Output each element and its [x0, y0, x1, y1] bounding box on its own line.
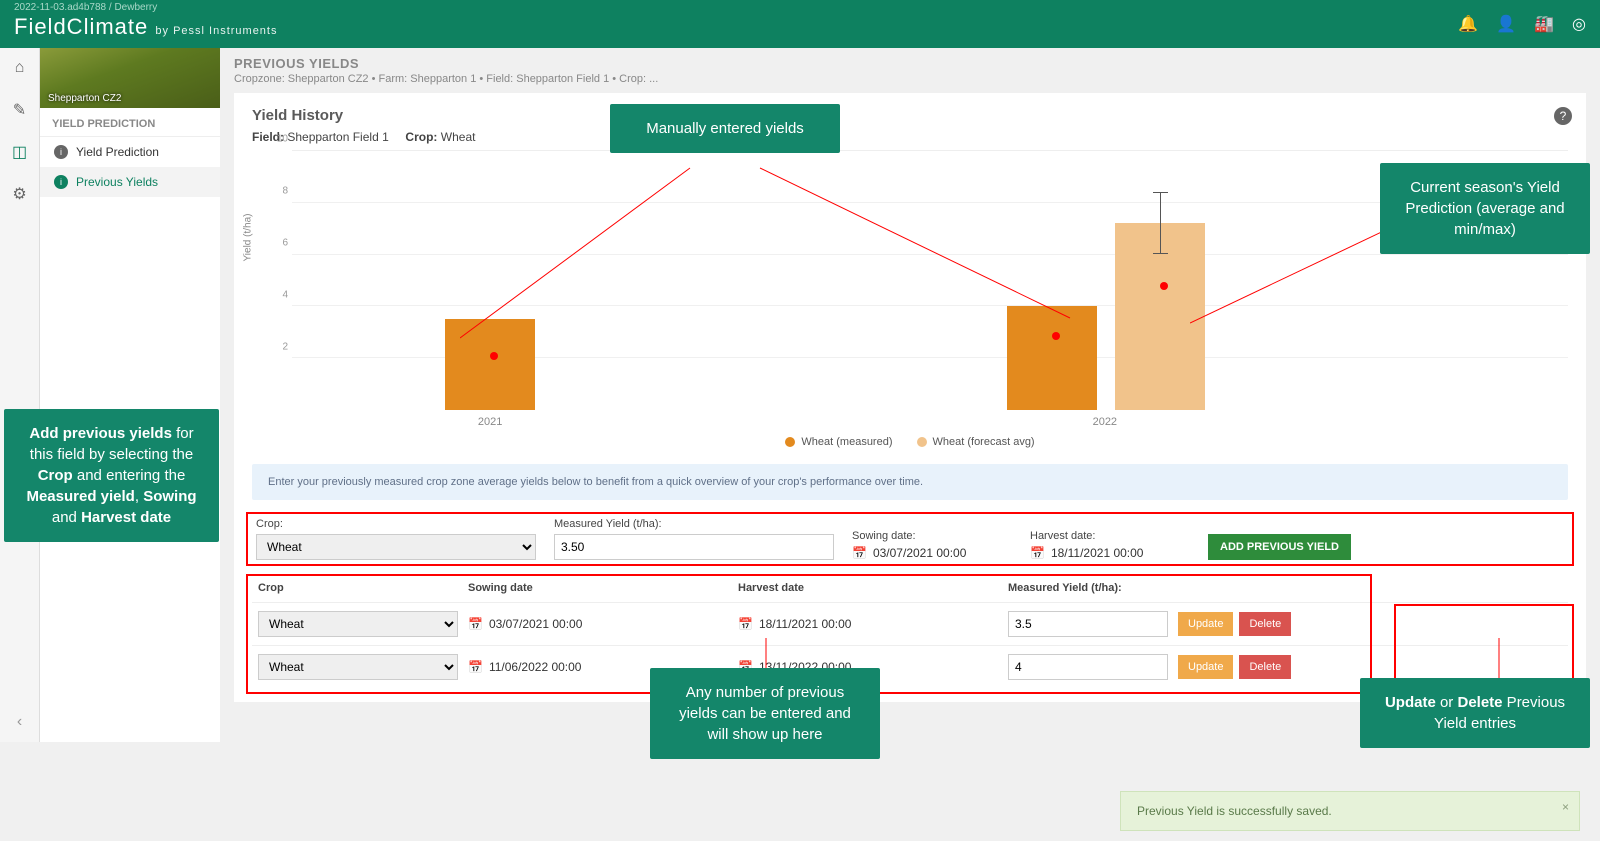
th-yield: Measured Yield (t/ha):: [1008, 582, 1168, 594]
brand-sub: by Pessl Instruments: [155, 25, 277, 37]
sowing-value[interactable]: 03/07/2021 00:00: [873, 546, 966, 560]
th-sowing: Sowing date: [468, 582, 728, 594]
calendar-icon[interactable]: 📅: [468, 617, 483, 631]
toast-close-icon[interactable]: ×: [1562, 800, 1569, 814]
home-icon[interactable]: ⌂: [6, 54, 34, 82]
update-button[interactable]: Update: [1178, 612, 1233, 636]
delete-button[interactable]: Delete: [1239, 655, 1291, 679]
card-title: Yield History: [252, 107, 1568, 124]
harvest-label: Harvest date:: [1030, 530, 1190, 542]
y-tick: 2: [282, 342, 288, 353]
previous-yields-table: Crop Sowing date Harvest date Measured Y…: [252, 574, 1568, 688]
yield-chart: Yield (t/ha) 2 4 6 8 10 2021: [252, 150, 1568, 410]
sidebar-item-label: Yield Prediction: [76, 145, 159, 159]
y-tick: 10: [277, 134, 288, 145]
factory-icon[interactable]: 🏭: [1534, 14, 1554, 34]
info-icon: i: [54, 145, 68, 159]
calendar-icon[interactable]: 📅: [852, 546, 867, 560]
th-harvest: Harvest date: [738, 582, 998, 594]
calendar-icon[interactable]: 📅: [1030, 546, 1045, 560]
bell-icon[interactable]: 🔔: [1458, 14, 1478, 34]
row-crop-select[interactable]: Wheat: [258, 654, 458, 680]
main: PREVIOUS YIELDS Cropzone: Shepparton CZ2…: [220, 48, 1600, 742]
info-banner: Enter your previously measured crop zone…: [252, 464, 1568, 500]
row-yield-input[interactable]: [1008, 611, 1168, 637]
sidebar-section: YIELD PREDICTION: [40, 108, 220, 137]
card-meta: Field: Shepparton Field 1 Crop: Wheat: [252, 130, 1568, 144]
y-tick: 4: [282, 290, 288, 301]
crop-label: Crop:: [256, 518, 536, 530]
annotation-update-delete: Update or Delete Previous Yield entries: [1360, 678, 1590, 748]
crop-select[interactable]: Wheat: [256, 534, 536, 560]
y-axis-label: Yield (t/ha): [243, 214, 254, 262]
chart-icon[interactable]: ◫: [6, 138, 34, 166]
plot-area: 2021 2022: [292, 150, 1568, 410]
bar-2022-forecast: [1115, 223, 1205, 410]
brand-main: FieldClimate: [14, 14, 148, 39]
chart-legend: Wheat (measured) Wheat (forecast avg): [252, 436, 1568, 448]
field-hero[interactable]: Shepparton CZ2: [40, 48, 220, 108]
tools-icon[interactable]: ✎: [6, 96, 34, 124]
annotation-add-previous: Add previous yields for this field by se…: [4, 409, 219, 542]
bar-2022-measured: [1007, 306, 1097, 410]
update-button[interactable]: Update: [1178, 655, 1233, 679]
row-yield-input[interactable]: [1008, 654, 1168, 680]
breadcrumb: PREVIOUS YIELDS Cropzone: Shepparton CZ2…: [234, 56, 1586, 85]
icon-rail: ⌂ ✎ ◫ ⚙ ‹: [0, 48, 40, 742]
annotation-manual-yields: Manually entered yields: [610, 104, 840, 153]
settings-icon[interactable]: ⚙: [6, 180, 34, 208]
help-icon[interactable]: ?: [1554, 107, 1572, 125]
sowing-label: Sowing date:: [852, 530, 1012, 542]
y-tick: 8: [282, 186, 288, 197]
yield-input[interactable]: [554, 534, 834, 560]
sidebar-item-yield-prediction[interactable]: i Yield Prediction: [40, 137, 220, 167]
harvest-value[interactable]: 18/11/2021 00:00: [1051, 546, 1144, 560]
table-row: Wheat 📅03/07/2021 00:00 📅18/11/2021 00:0…: [252, 602, 1568, 645]
annotation-any-number: Any number of previous yields can be ent…: [650, 668, 880, 759]
bar-2021-measured: [445, 319, 535, 410]
error-bar: [1160, 192, 1161, 254]
sidebar: Shepparton CZ2 YIELD PREDICTION i Yield …: [40, 48, 220, 742]
hero-caption: Shepparton CZ2: [48, 93, 121, 104]
user-icon[interactable]: 👤: [1496, 14, 1516, 34]
delete-button[interactable]: Delete: [1239, 612, 1291, 636]
sidebar-item-previous-yields[interactable]: i Previous Yields: [40, 167, 220, 197]
info-icon: i: [54, 175, 68, 189]
yield-label: Measured Yield (t/ha):: [554, 518, 834, 530]
brand: FieldClimate by Pessl Instruments: [14, 14, 277, 40]
sidebar-item-label: Previous Yields: [76, 175, 158, 189]
broadcast-icon[interactable]: ◎: [1572, 14, 1586, 34]
y-tick: 6: [282, 238, 288, 249]
annotation-prediction: Current season's Yield Prediction (avera…: [1380, 163, 1590, 254]
toast-success: Previous Yield is successfully saved. ×: [1120, 791, 1580, 831]
add-previous-yield-button[interactable]: ADD PREVIOUS YIELD: [1208, 534, 1351, 560]
breadcrumb-path: Cropzone: Shepparton CZ2 • Farm: Sheppar…: [234, 73, 1586, 85]
add-yield-form: Crop: Wheat Measured Yield (t/ha): Sowin…: [252, 508, 1568, 570]
x-tick: 2022: [1045, 416, 1165, 428]
calendar-icon[interactable]: 📅: [738, 617, 753, 631]
y-axis: Yield (t/ha) 2 4 6 8 10: [252, 150, 292, 410]
collapse-icon[interactable]: ‹: [6, 708, 34, 736]
page-title: PREVIOUS YIELDS: [234, 56, 1586, 71]
row-crop-select[interactable]: Wheat: [258, 611, 458, 637]
th-crop: Crop: [258, 582, 458, 594]
x-tick: 2021: [445, 416, 535, 428]
calendar-icon[interactable]: 📅: [468, 660, 483, 674]
topbar: 2022-11-03.ad4b788 / Dewberry FieldClima…: [0, 0, 1600, 48]
build-meta: 2022-11-03.ad4b788 / Dewberry: [14, 2, 157, 13]
